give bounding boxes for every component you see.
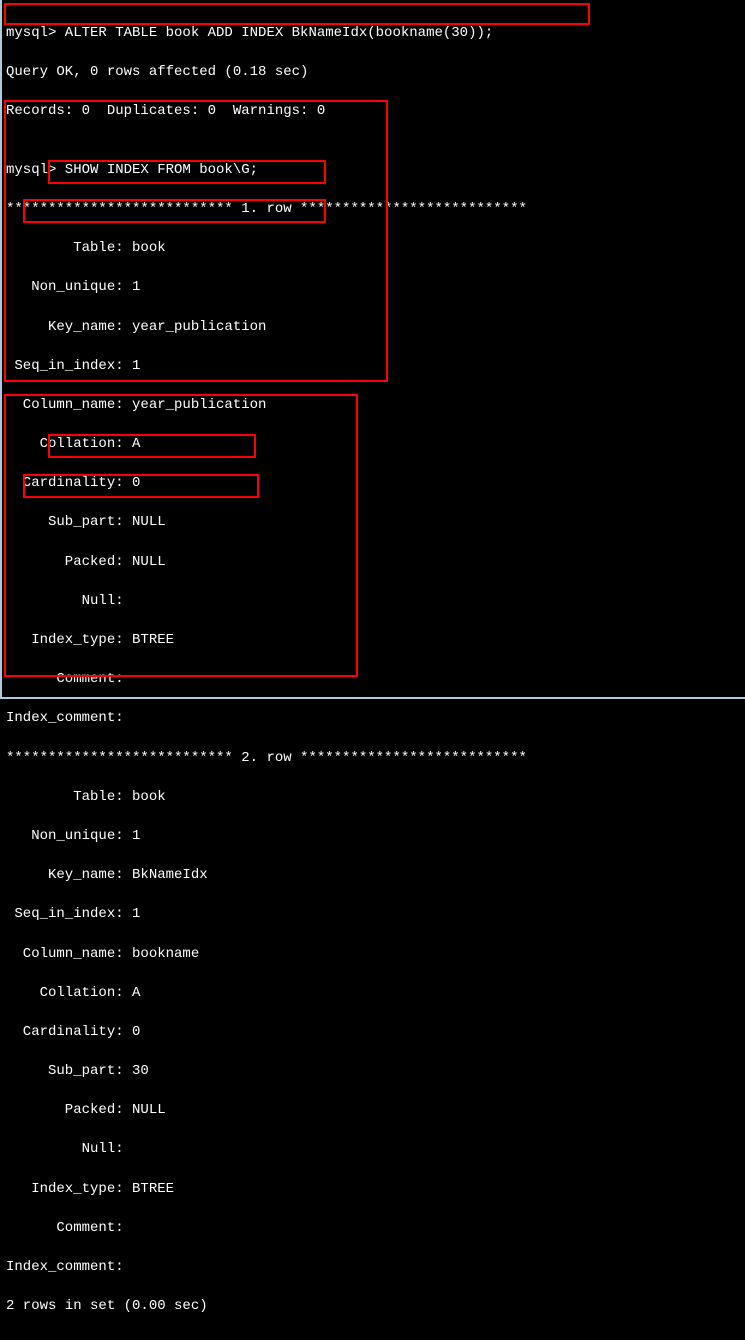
- row2-key-name: Key_name: BkNameIdx: [6, 866, 739, 886]
- row2-column-name: Column_name: bookname: [6, 945, 739, 965]
- row2-header: *************************** 2. row *****…: [6, 749, 739, 769]
- row2-packed: Packed: NULL: [6, 1101, 739, 1121]
- row2-sub-part: Sub_part: 30: [6, 1062, 739, 1082]
- cmd-show-index: mysql> SHOW INDEX FROM book\G;: [6, 161, 739, 181]
- row2-index-comment: Index_comment:: [6, 1258, 739, 1278]
- row1-sub-part: Sub_part: NULL: [6, 513, 739, 533]
- row1-non-unique: Non_unique: 1: [6, 278, 739, 298]
- row2-collation: Collation: A: [6, 984, 739, 1004]
- cmd-alter-table: mysql> ALTER TABLE book ADD INDEX BkName…: [6, 24, 739, 44]
- row2-null: Null:: [6, 1140, 739, 1160]
- row1-header: *************************** 1. row *****…: [6, 200, 739, 220]
- row1-collation: Collation: A: [6, 435, 739, 455]
- row1-index-type: Index_type: BTREE: [6, 631, 739, 651]
- records-summary: Records: 0 Duplicates: 0 Warnings: 0: [6, 102, 739, 122]
- query-ok: Query OK, 0 rows affected (0.18 sec): [6, 63, 739, 83]
- row1-column-name: Column_name: year_publication: [6, 396, 739, 416]
- row1-seq-in-index: Seq_in_index: 1: [6, 357, 739, 377]
- row1-comment: Comment:: [6, 670, 739, 690]
- row1-null: Null:: [6, 592, 739, 612]
- row2-comment: Comment:: [6, 1219, 739, 1239]
- row1-index-comment: Index_comment:: [6, 709, 739, 729]
- row2-index-type: Index_type: BTREE: [6, 1180, 739, 1200]
- row2-seq-in-index: Seq_in_index: 1: [6, 905, 739, 925]
- row1-cardinality: Cardinality: 0: [6, 474, 739, 494]
- terminal-output: mysql> ALTER TABLE book ADD INDEX BkName…: [0, 0, 745, 1340]
- row2-cardinality: Cardinality: 0: [6, 1023, 739, 1043]
- row1-table: Table: book: [6, 239, 739, 259]
- row2-table: Table: book: [6, 788, 739, 808]
- row2-non-unique: Non_unique: 1: [6, 827, 739, 847]
- row1-key-name: Key_name: year_publication: [6, 318, 739, 338]
- footer-rows-in-set: 2 rows in set (0.00 sec): [6, 1297, 739, 1317]
- row1-packed: Packed: NULL: [6, 553, 739, 573]
